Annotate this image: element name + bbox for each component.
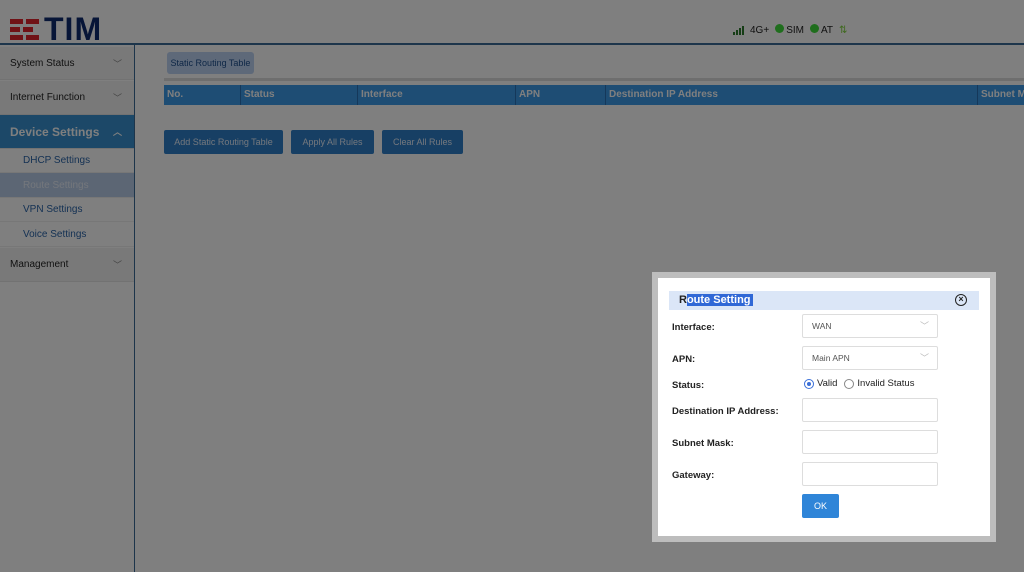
valid-radio[interactable] bbox=[804, 378, 814, 389]
gateway-label: Gateway: bbox=[672, 470, 715, 481]
route-setting-dialog: Route Setting × Interface: WAN ﹀ APN: Mai… bbox=[652, 272, 996, 542]
subnet-mask-input[interactable] bbox=[802, 430, 938, 454]
destination-ip-label: Destination IP Address: bbox=[672, 406, 779, 417]
status-radio-group: Valid Invalid Status bbox=[804, 378, 914, 389]
invalid-radio[interactable] bbox=[844, 378, 855, 389]
chevron-down-icon: ﹀ bbox=[919, 353, 929, 363]
ok-button[interactable]: OK bbox=[802, 494, 839, 518]
interface-select[interactable]: WAN ﹀ bbox=[802, 314, 938, 338]
gateway-input[interactable] bbox=[802, 462, 938, 486]
apn-select[interactable]: Main APN ﹀ bbox=[802, 346, 938, 370]
subnet-mask-label: Subnet Mask: bbox=[672, 438, 734, 449]
status-label: Status: bbox=[672, 380, 705, 391]
apn-label: APN: bbox=[672, 354, 696, 365]
destination-ip-input[interactable] bbox=[802, 398, 938, 422]
dialog-title: Route Setting × bbox=[669, 291, 979, 310]
chevron-down-icon: ﹀ bbox=[919, 321, 929, 331]
close-icon[interactable]: × bbox=[955, 294, 967, 306]
interface-label: Interface: bbox=[672, 322, 715, 333]
